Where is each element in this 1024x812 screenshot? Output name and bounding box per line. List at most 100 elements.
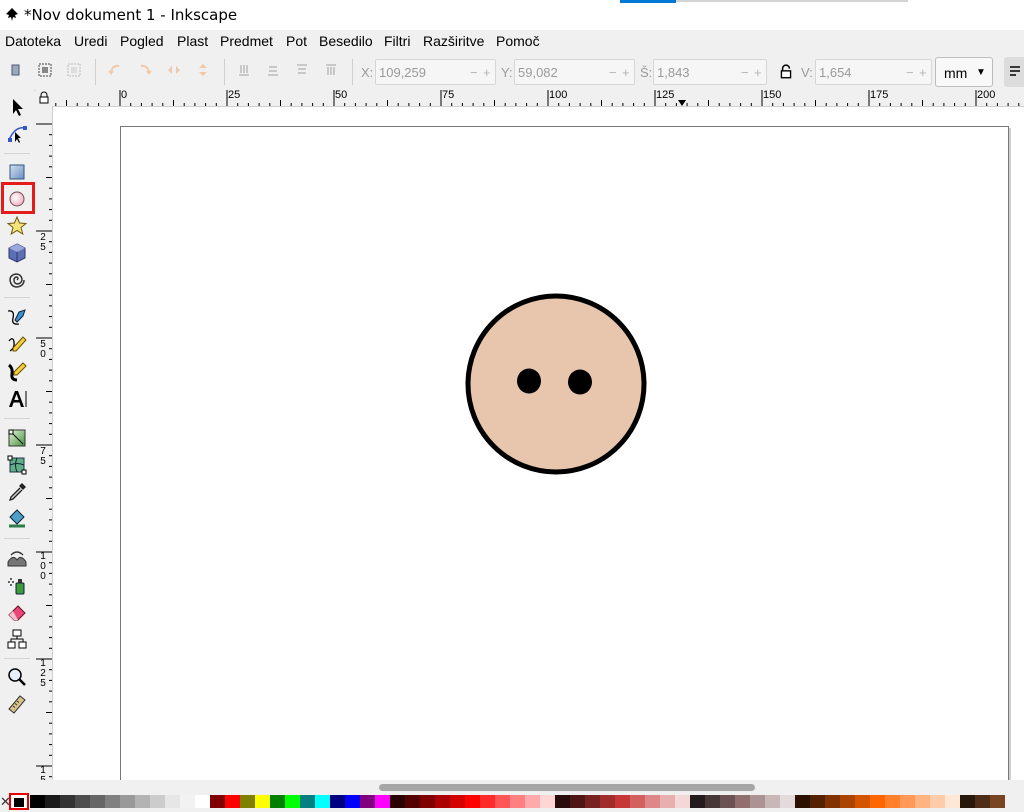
drawing-canvas[interactable] [53, 107, 1024, 788]
palette-swatch[interactable] [915, 795, 930, 808]
palette-swatch[interactable] [840, 795, 855, 808]
palette-swatch[interactable] [345, 795, 360, 808]
palette-swatch[interactable] [165, 795, 180, 808]
palette-swatch[interactable] [735, 795, 750, 808]
left-eye[interactable] [517, 368, 541, 394]
palette-swatch[interactable] [600, 795, 615, 808]
menu-path[interactable]: Pot [286, 33, 307, 49]
paint-bucket-tool[interactable] [5, 507, 29, 531]
deselect-icon[interactable] [66, 62, 82, 78]
palette-swatch[interactable] [30, 795, 45, 808]
lower-icon[interactable] [265, 62, 281, 78]
select-tool[interactable] [5, 95, 29, 119]
x-decrement[interactable]: − [470, 65, 478, 80]
palette-swatch[interactable] [765, 795, 780, 808]
palette-swatch[interactable] [675, 795, 690, 808]
eraser-tool[interactable] [5, 600, 29, 624]
palette-swatch[interactable] [660, 795, 675, 808]
palette-swatch[interactable] [105, 795, 120, 808]
rectangle-tool[interactable] [5, 160, 29, 184]
palette-swatch[interactable] [720, 795, 735, 808]
spray-tool[interactable] [5, 573, 29, 597]
right-eye[interactable] [568, 369, 592, 395]
text-tool[interactable] [5, 387, 29, 411]
palette-swatch[interactable] [240, 795, 255, 808]
tweak-tool[interactable] [5, 546, 29, 570]
palette-swatch[interactable] [540, 795, 555, 808]
menu-object[interactable]: Predmet [220, 33, 273, 49]
drawing[interactable] [53, 107, 1024, 780]
palette-swatch[interactable] [390, 795, 405, 808]
palette-swatch[interactable] [645, 795, 660, 808]
height-field[interactable]: 1,654 − + [815, 59, 932, 85]
palette-swatch[interactable] [975, 795, 990, 808]
palette-swatch[interactable] [555, 795, 570, 808]
measure-tool[interactable] [5, 692, 29, 716]
x-increment[interactable]: + [483, 65, 491, 80]
palette-swatch[interactable] [510, 795, 525, 808]
menu-layer[interactable]: Plast [177, 33, 208, 49]
palette-swatch[interactable] [990, 795, 1005, 808]
star-tool[interactable] [5, 214, 29, 238]
raise-icon[interactable] [294, 62, 310, 78]
palette-swatch[interactable] [360, 795, 375, 808]
zoom-tool[interactable] [5, 665, 29, 689]
horizontal-scrollbar[interactable] [36, 780, 1024, 793]
palette-swatch[interactable] [900, 795, 915, 808]
box3d-tool[interactable] [5, 241, 29, 265]
palette-swatch[interactable] [465, 795, 480, 808]
menu-extensions[interactable]: Razširitve [423, 33, 484, 49]
mesh-tool[interactable] [5, 453, 29, 477]
palette-swatch[interactable] [300, 795, 315, 808]
palette-swatch[interactable] [315, 795, 330, 808]
connector-tool[interactable] [5, 627, 29, 651]
palette-swatch[interactable] [75, 795, 90, 808]
palette-swatch[interactable] [480, 795, 495, 808]
palette-swatch[interactable] [450, 795, 465, 808]
palette-swatch[interactable] [945, 795, 960, 808]
height-increment[interactable]: + [919, 65, 927, 80]
palette-swatch[interactable] [285, 795, 300, 808]
node-tool[interactable] [5, 122, 29, 146]
palette-swatch[interactable] [195, 795, 210, 808]
x-field[interactable]: 109,259 − + [375, 59, 496, 85]
palette-swatch[interactable] [435, 795, 450, 808]
lock-icon[interactable] [778, 64, 794, 80]
palette-swatch[interactable] [750, 795, 765, 808]
dropper-tool[interactable] [5, 480, 29, 504]
palette-swatch[interactable] [795, 795, 810, 808]
lower-to-bottom-icon[interactable] [236, 62, 252, 78]
width-field[interactable]: 1,843 − + [653, 59, 767, 85]
y-increment[interactable]: + [622, 65, 630, 80]
menu-filters[interactable]: Filtri [384, 33, 410, 49]
palette-swatch[interactable] [420, 795, 435, 808]
palette-swatch[interactable] [225, 795, 240, 808]
menu-edit[interactable]: Uredi [74, 33, 107, 49]
palette-swatch[interactable] [120, 795, 135, 808]
palette-swatch[interactable] [855, 795, 870, 808]
palette-swatch[interactable] [405, 795, 420, 808]
menu-text[interactable]: Besedilo [319, 33, 373, 49]
height-decrement[interactable]: − [906, 65, 914, 80]
palette-swatch[interactable] [135, 795, 150, 808]
select-all-layers-icon[interactable] [37, 62, 53, 78]
select-all-icon[interactable] [8, 62, 24, 78]
palette-swatch[interactable] [825, 795, 840, 808]
rotate-cw-icon[interactable] [137, 62, 153, 78]
palette-swatch[interactable] [270, 795, 285, 808]
palette-swatch[interactable] [930, 795, 945, 808]
palette-swatch[interactable] [210, 795, 225, 808]
palette-swatch[interactable] [870, 795, 885, 808]
menu-view[interactable]: Pogled [120, 33, 164, 49]
pen-tool[interactable] [5, 306, 29, 330]
y-field[interactable]: 59,082 − + [514, 59, 635, 85]
scrollbar-thumb[interactable] [379, 784, 755, 791]
palette-swatch[interactable] [630, 795, 645, 808]
palette-swatch[interactable] [330, 795, 345, 808]
palette-swatch[interactable] [615, 795, 630, 808]
toolbar-overflow-button[interactable] [1004, 57, 1024, 87]
palette-swatch[interactable] [60, 795, 75, 808]
flip-horizontal-icon[interactable] [166, 62, 182, 78]
menu-help[interactable]: Pomoč [496, 33, 540, 49]
palette-swatch[interactable] [885, 795, 900, 808]
